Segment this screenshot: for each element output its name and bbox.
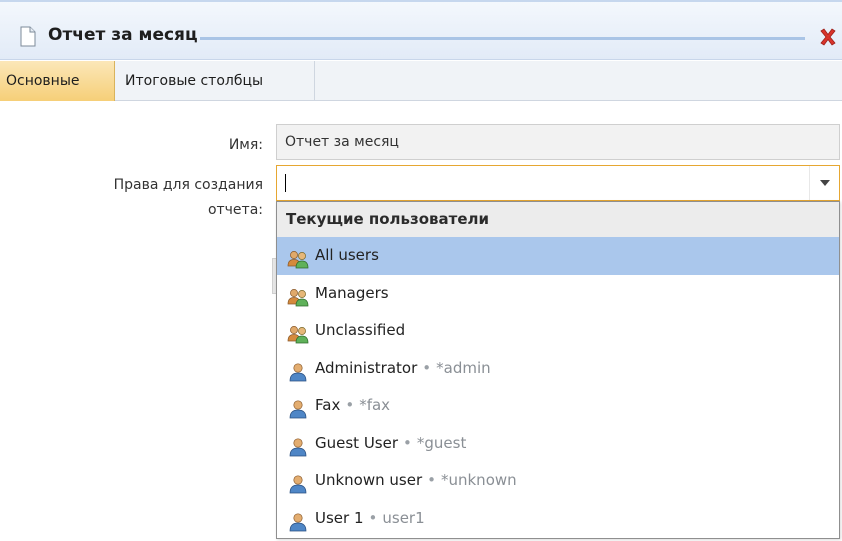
tab-main[interactable]: Основные [0,61,115,101]
dropdown-item-name: All users [315,246,379,264]
dropdown-item[interactable]: Guest User • *guest [277,425,839,463]
text-cursor [285,174,286,192]
dropdown-item[interactable]: Fax • *fax [277,387,839,425]
name-label: Имя: [228,137,263,153]
close-icon[interactable] [818,27,838,47]
window-titlebar: Отчет за месяц [0,0,842,60]
user-icon [287,359,309,381]
titlebar-rule [200,37,805,40]
dropdown-item-login: user1 [382,508,425,527]
name-field[interactable]: Отчет за месяц [276,124,840,160]
user-icon [287,434,309,456]
dropdown-item-name: Managers [315,283,389,302]
user-group-icon [287,246,309,269]
rights-label-line2: отчета: [207,202,263,218]
dropdown-item[interactable]: Managers [277,275,839,313]
dropdown-item-separator: • [345,396,355,414]
rights-combobox[interactable] [276,165,840,201]
titlebar-accent [0,0,842,2]
document-icon [20,26,36,47]
dropdown-item[interactable]: User 1 • user1 [277,500,839,538]
dropdown-item-name: Fax [315,396,341,414]
rights-input[interactable] [277,166,807,200]
user-icon [287,396,309,419]
dropdown-group-header: Текущие пользователи [277,202,839,237]
user-icon [287,471,309,494]
user-group-icon [287,321,309,344]
rights-label-line1: Права для создания [113,177,263,193]
dropdown-item-separator: • [403,433,412,452]
dropdown-item-name: Guest User [315,433,399,452]
chevron-down-icon[interactable] [809,166,839,200]
dropdown-item[interactable]: Unknown user • *unknown [277,462,839,500]
user-icon [287,509,309,531]
window-title: Отчет за месяц [48,25,198,45]
dropdown-item[interactable]: Unclassified [277,312,839,350]
tab-bar: Основные Итоговые столбцы [0,61,842,101]
dropdown-item-login: *unknown [440,471,517,489]
dropdown-item-login: *admin [436,358,491,377]
dropdown-item-name: User 1 [315,508,364,527]
dropdown-item-name: Unclassified [315,321,406,339]
tab-totals[interactable]: Итоговые столбцы [115,61,315,101]
dropdown-item[interactable]: Administrator • *admin [277,350,839,388]
user-group-icon [287,284,309,306]
users-dropdown: Текущие пользователи All users Managers Un… [276,201,840,539]
dropdown-item-separator: • [368,508,378,527]
dropdown-item-login: *fax [359,396,391,414]
dropdown-item-login: *guest [416,433,467,452]
dropdown-item[interactable]: All users [277,237,839,275]
dropdown-item-name: Unknown user [315,471,423,489]
dropdown-item-separator: • [427,471,436,489]
dropdown-item-name: Administrator [315,358,418,377]
dropdown-list: All users Managers Unclassified Administrat… [277,237,839,537]
dropdown-item-separator: • [422,358,432,377]
